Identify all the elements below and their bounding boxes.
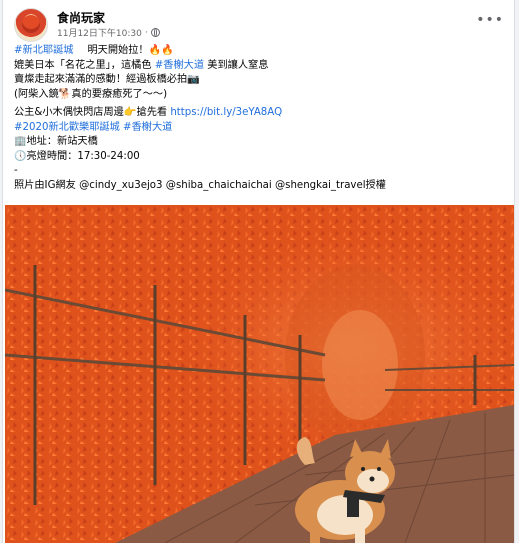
maple-tunnel-photo bbox=[5, 205, 514, 543]
post-header: 食尚玩家 11月12日下午10:30 · ••• bbox=[14, 8, 504, 42]
address-line: 🏢地址：新站天橋 bbox=[14, 135, 504, 150]
clock-icon: 🕔 bbox=[14, 150, 27, 162]
hashtag-link[interactable]: #香榭大道 bbox=[123, 122, 172, 133]
post-meta: 11月12日下午10:30 · bbox=[57, 26, 160, 39]
tags-line: #2020新北歡樂耶誕城 #香榭大道 bbox=[14, 121, 504, 136]
hashtag-link[interactable]: #香榭大道 bbox=[155, 60, 204, 71]
address-text: 地址：新站天橋 bbox=[26, 136, 98, 147]
page-avatar[interactable] bbox=[14, 8, 48, 42]
body-text: 美到讓人窒息 bbox=[204, 59, 269, 71]
body-line-4: (阿柴入鏡🐕真的要療癒死了～～) bbox=[14, 88, 168, 100]
post-photo[interactable] bbox=[5, 205, 514, 543]
body-line-2: 媲美日本「名花之里」，這橘色 #香榭大道 美到讓人窒息 bbox=[14, 59, 504, 74]
building-icon: 🏢 bbox=[14, 136, 27, 147]
meta-separator: · bbox=[144, 27, 148, 38]
body-line-3: 賣燦走起來滿滿的感動！經過板橋必拍📷 bbox=[14, 74, 200, 85]
body-line-1: #新北耶誕城 明天開始拉！🔥🔥 bbox=[14, 44, 504, 59]
page-name[interactable]: 食尚玩家 bbox=[57, 9, 105, 26]
promo-text: 公主&小木偶快閃店周邊👉搶先看 bbox=[14, 107, 171, 118]
hours-line: 🕔亮燈時間：17:30-24:00 bbox=[14, 150, 504, 165]
dash-line: - bbox=[14, 165, 18, 176]
hashtag-link[interactable]: #2020新北歡樂耶誕城 bbox=[14, 122, 120, 133]
post-card: 食尚玩家 11月12日下午10:30 · ••• #新北耶誕城 明天開始拉！🔥🔥 … bbox=[2, 0, 515, 543]
post-body: #新北耶誕城 明天開始拉！🔥🔥 媲美日本「名花之里」，這橘色 #香榭大道 美到讓人… bbox=[14, 44, 504, 193]
post-timestamp[interactable]: 11月12日下午10:30 bbox=[57, 26, 142, 39]
body-text: 媲美日本「名花之里」，這橘色 bbox=[14, 59, 155, 71]
credits-line: 照片由IG網友 @cindy_xu3ejo3 @shiba_chaichaich… bbox=[14, 179, 386, 191]
globe-icon[interactable] bbox=[150, 28, 160, 37]
promo-line: 公主&小木偶快閃店周邊👉搶先看 https://bit.ly/3eYA8AQ bbox=[14, 106, 504, 121]
more-options-icon[interactable]: ••• bbox=[476, 12, 504, 28]
hashtag-link[interactable]: #新北耶誕城 bbox=[14, 45, 73, 56]
body-text: 明天開始拉！🔥🔥 bbox=[87, 45, 174, 56]
hours-text: 亮燈時間：17:30-24:00 bbox=[26, 150, 140, 162]
promo-link[interactable]: https://bit.ly/3eYA8AQ bbox=[170, 107, 282, 118]
